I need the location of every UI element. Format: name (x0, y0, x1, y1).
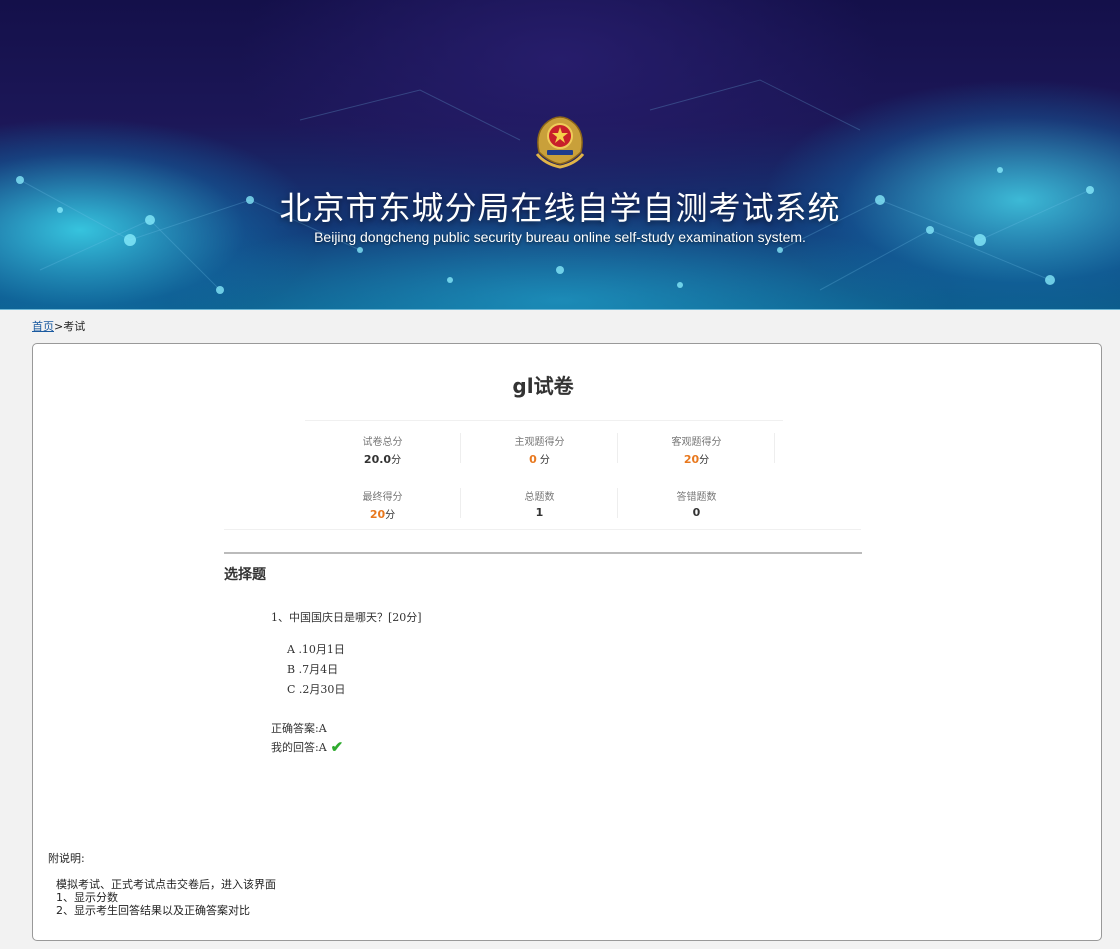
checkmark-icon: ✔ (330, 738, 344, 756)
option-a: A .10月1日 (287, 643, 345, 656)
stat-value: 0 (529, 453, 537, 466)
stat-objective-score: 客观题得分 20分 (618, 433, 775, 466)
system-subtitle: Beijing dongcheng public security bureau… (314, 229, 806, 245)
correct-answer: 正确答案:A (271, 722, 327, 735)
notes-title: 附说明: (48, 852, 85, 865)
stat-wrong-count: 答错题数 0 (618, 488, 775, 519)
system-title: 北京市东城分局在线自学自测考试系统 (279, 189, 841, 227)
question-text: 1、中国国庆日是哪天？[20分] (271, 611, 422, 624)
section-title: 选择题 (224, 567, 266, 583)
divider (774, 433, 775, 463)
police-emblem-icon (535, 116, 585, 169)
stat-value: 20 (369, 508, 386, 521)
breadcrumb-separator: > (54, 320, 64, 333)
stat-label: 试卷总分 (362, 437, 403, 448)
my-answer-row: 我的回答:A ✔ (271, 738, 343, 756)
stat-label: 答错题数 (676, 492, 717, 503)
divider (305, 420, 783, 421)
option-c: C .2月30日 (287, 683, 346, 696)
stat-value: 20.0 (363, 453, 392, 466)
note-line: 2、显示考生回答结果以及正确答案对比 (56, 904, 250, 917)
stat-final-score: 最终得分 20分 (304, 488, 461, 521)
breadcrumb-current: 考试 (63, 320, 86, 333)
breadcrumb-home-link[interactable]: 首页 (32, 320, 54, 333)
stat-label: 主观题得分 (514, 437, 565, 448)
option-b: B .7月4日 (287, 663, 339, 676)
stat-value: 20 (683, 453, 700, 466)
stat-total-questions: 总题数 1 (461, 488, 618, 519)
divider (224, 529, 861, 530)
stat-value: 1 (535, 506, 544, 519)
paper-title: gl试卷 (512, 374, 574, 398)
stat-subjective-score: 主观题得分 0 分 (461, 433, 618, 466)
stat-value: 0 (692, 506, 701, 519)
section-divider (224, 552, 862, 554)
header-banner: 北京市东城分局在线自学自测考试系统 Beijing dongcheng publ… (0, 0, 1120, 310)
stat-total-score: 试卷总分 20.0分 (304, 433, 461, 466)
stat-label: 最终得分 (362, 492, 403, 503)
breadcrumb: 首页>考试 (32, 318, 85, 334)
stat-label: 总题数 (524, 492, 555, 503)
my-answer: 我的回答:A (271, 741, 327, 754)
stat-label: 客观题得分 (671, 437, 722, 448)
